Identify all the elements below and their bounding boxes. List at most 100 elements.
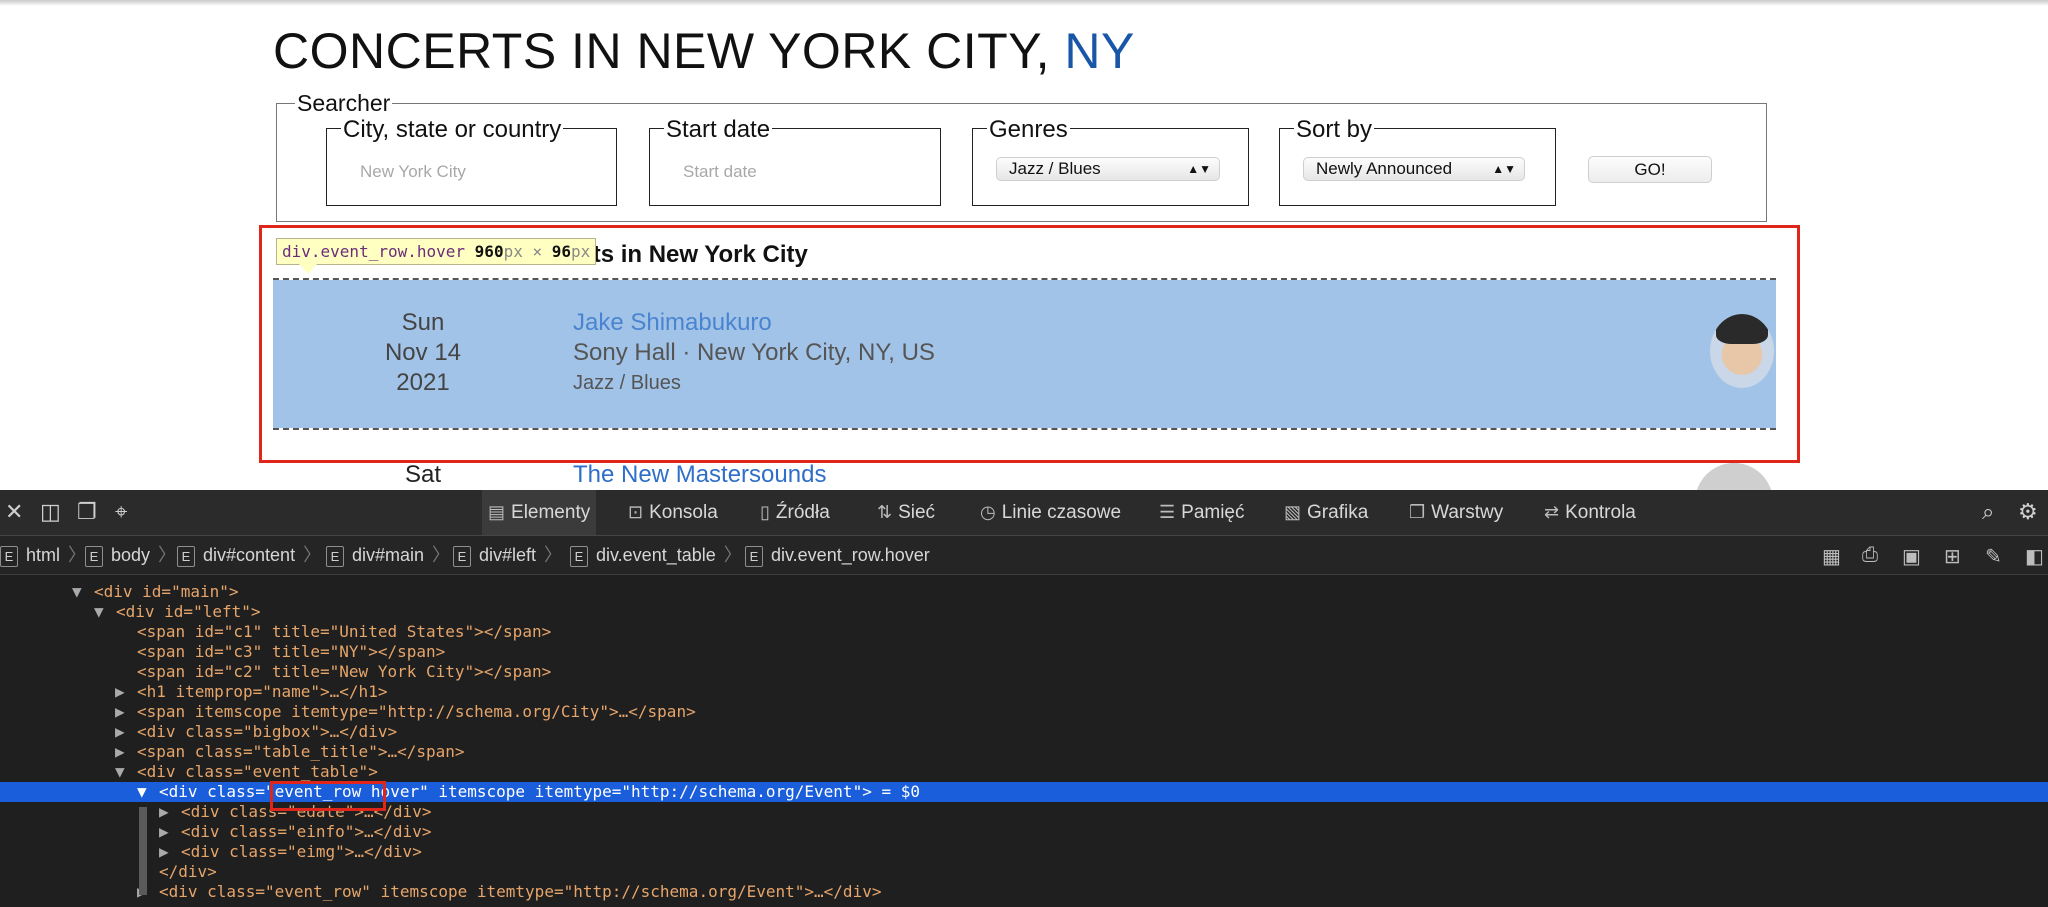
- element-icon: E: [85, 545, 103, 567]
- close-icon[interactable]: ✕: [5, 500, 23, 524]
- breadcrumb-label: div#main: [352, 545, 425, 565]
- sort-select[interactable]: Newly Announced ▲▼: [1303, 157, 1525, 181]
- breadcrumb-item[interactable]: Ediv#left 〉: [453, 536, 562, 574]
- dom-node[interactable]: ▶<div class="event_row" itemscope itemty…: [137, 882, 881, 902]
- annotation-box: [270, 781, 386, 811]
- dom-node[interactable]: ▶ <div class="einfo">…</div>: [159, 822, 431, 842]
- chevron-right-icon: 〉: [432, 545, 451, 565]
- city-input[interactable]: New York City: [360, 162, 466, 182]
- genres-select-value: Jazz / Blues: [1009, 159, 1101, 178]
- breadcrumb-item[interactable]: Ediv#main 〉: [326, 536, 450, 574]
- dom-node[interactable]: ▶ <span itemscope itemtype="http://schema…: [115, 702, 696, 722]
- devtools-toolbar: ✕ ◫ ❐ ⌖ ▤ Elementy ⊡ Konsola ▯ Źródła ⇅ Sieć…: [0, 490, 2048, 536]
- crosshair-icon[interactable]: ⌖: [115, 500, 127, 524]
- chevron-right-icon: 〉: [68, 545, 87, 565]
- dom-node[interactable]: </div>: [159, 862, 217, 882]
- city-field[interactable]: City, state or country New York City: [326, 118, 617, 206]
- page-title-state: NY: [1064, 23, 1135, 79]
- dom-node[interactable]: ▼ <div class="event_table">: [115, 762, 378, 782]
- compositing-icon[interactable]: ▣: [1902, 544, 1921, 569]
- dom-node-text: <span id="c1" title="United States"></sp…: [137, 622, 552, 641]
- triangle-right-icon: ▶: [115, 722, 125, 741]
- artist-avatar[interactable]: [1695, 463, 1773, 490]
- dom-node-text: <div class="eimg">…</div>: [181, 842, 422, 861]
- dom-node[interactable]: <span id="c2" title="New York City"></sp…: [137, 662, 551, 682]
- element-icon: E: [0, 545, 18, 567]
- start-date-input[interactable]: Start date: [683, 162, 757, 182]
- tooltip-width: 960: [474, 242, 504, 261]
- print-icon[interactable]: ⎙: [1862, 544, 1878, 567]
- event-artist-link[interactable]: Jake Shimabukuro: [573, 308, 935, 338]
- genres-field: Genres Jazz / Blues ▲▼: [972, 118, 1249, 206]
- tab-audit[interactable]: ⇄ Kontrola: [1538, 490, 1642, 535]
- start-date-label: Start date: [664, 116, 773, 143]
- breadcrumb-item[interactable]: Ediv#content 〉: [177, 536, 321, 574]
- triangle-down-icon: ▼: [94, 602, 104, 621]
- layout-icon[interactable]: ▦: [1822, 544, 1841, 569]
- dom-node[interactable]: <span id="c1" title="United States"></sp…: [137, 622, 551, 642]
- tooltip-unit: px: [503, 242, 523, 261]
- searcher-legend: Searcher: [297, 90, 391, 116]
- breadcrumb-label: body: [111, 545, 151, 565]
- dom-node[interactable]: <span id="c3" title="NY"></span>: [137, 642, 445, 662]
- gear-icon[interactable]: ⚙: [2018, 500, 2038, 524]
- event-row[interactable]: Sat The New Mastersounds: [273, 461, 1776, 490]
- dom-node[interactable]: ▼ <div id="left">: [94, 602, 261, 622]
- elements-icon: ▤: [488, 502, 506, 522]
- tooltip-selector: div.event_row.hover: [282, 242, 466, 261]
- dom-node[interactable]: ▶ <div class="bigbox">…</div>: [115, 722, 397, 742]
- dom-node[interactable]: ▶ <h1 itemprop="name">…</h1>: [115, 682, 387, 702]
- element-icon: E: [326, 545, 344, 567]
- breadcrumb-item[interactable]: Ebody 〉: [85, 536, 176, 574]
- dom-node[interactable]: ▶ <div class="eimg">…</div>: [159, 842, 422, 862]
- tab-storage[interactable]: ☰ Pamięć: [1153, 490, 1251, 535]
- dom-node[interactable]: ▼ <div id="main">: [72, 582, 239, 602]
- element-icon: E: [177, 545, 195, 567]
- breadcrumb-item[interactable]: Ediv.event_table 〉: [570, 536, 742, 574]
- tooltip-height: 96: [551, 242, 572, 261]
- search-icon[interactable]: ⌕: [1982, 500, 1994, 524]
- breadcrumb-label: div.event_row.hover: [771, 545, 930, 565]
- dom-node-text: </div>: [159, 862, 217, 881]
- go-button[interactable]: GO!: [1588, 156, 1712, 183]
- audit-icon: ⇄: [1544, 502, 1560, 522]
- tab-network[interactable]: ⇅ Sieć: [871, 490, 941, 535]
- dom-node[interactable]: ▶ <span class="table_title">…</span>: [115, 742, 465, 762]
- tab-timelines[interactable]: ◷ Linie czasowe: [974, 490, 1127, 535]
- breadcrumb-item-selected[interactable]: Ediv.event_row.hover: [745, 536, 930, 574]
- undock-icon[interactable]: ❐: [77, 500, 97, 524]
- grid-icon[interactable]: ⊞: [1944, 544, 1961, 569]
- tab-label: Elementy: [511, 502, 591, 523]
- triangle-down-icon: ▼: [115, 762, 125, 781]
- start-date-field[interactable]: Start date Start date: [649, 118, 941, 206]
- tab-layers[interactable]: ❒ Warstwy: [1403, 490, 1509, 535]
- select-arrows-icon: ▲▼: [1492, 162, 1516, 176]
- tab-sources[interactable]: ▯ Źródła: [754, 490, 836, 535]
- network-icon: ⇅: [877, 502, 893, 522]
- paint-icon[interactable]: ✎: [1985, 544, 2002, 569]
- dom-node-text: <div class="bigbox">…</div>: [137, 722, 398, 741]
- event-day: Sat: [405, 461, 442, 488]
- element-icon: E: [745, 545, 763, 567]
- genres-select[interactable]: Jazz / Blues ▲▼: [996, 157, 1220, 181]
- breadcrumb-item[interactable]: Ehtml 〉: [0, 536, 86, 574]
- artist-avatar[interactable]: [1710, 314, 1774, 388]
- tab-label: Grafika: [1307, 502, 1369, 523]
- dom-node-text: <span id="c2" title="New York City"></sp…: [137, 662, 552, 681]
- tab-elements[interactable]: ▤ Elementy: [482, 490, 597, 535]
- breadcrumb-label: div#left: [479, 545, 537, 565]
- chevron-right-icon: 〉: [303, 545, 322, 565]
- tab-graphics[interactable]: ▧ Grafika: [1278, 490, 1374, 535]
- triangle-right-icon: ▶: [115, 742, 125, 761]
- tab-console[interactable]: ⊡ Konsola: [622, 490, 724, 535]
- triangle-right-icon: ▶: [115, 682, 125, 701]
- event-artist-link[interactable]: The New Mastersounds: [573, 461, 826, 489]
- tab-label: Konsola: [649, 502, 718, 523]
- sidebar-icon[interactable]: ◧: [2025, 544, 2044, 569]
- dom-node-text: <div id="main">: [94, 582, 239, 601]
- dom-node-text: <span id="c3" title="NY"></span>: [137, 642, 446, 661]
- dock-icon[interactable]: ◫: [40, 500, 61, 524]
- event-genre: Jazz / Blues: [573, 372, 681, 394]
- tooltip-unit: px: [571, 242, 591, 261]
- triangle-right-icon: ▶: [159, 802, 169, 821]
